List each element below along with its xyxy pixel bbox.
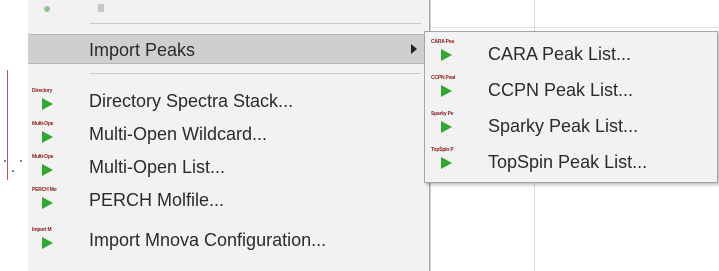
submenu-item-label: Sparky Peak List...: [488, 116, 639, 136]
icon-caption: Import M: [32, 227, 52, 233]
spectrum-view-left: [0, 0, 28, 271]
play-triangle-icon: [42, 131, 53, 143]
play-icon: CARA Pea: [431, 39, 467, 67]
play-icon: Sparky Pe: [431, 111, 467, 139]
play-triangle-icon: [42, 98, 53, 110]
icon-caption: Directory: [32, 88, 53, 94]
spectrum-peak-line: [7, 70, 8, 180]
menu-item-label: Multi-Open Wildcard...: [89, 124, 268, 144]
icon-caption: Multi-Ope: [32, 154, 54, 160]
menu-item-label: Import Peaks: [89, 40, 196, 60]
icon-caption: PERCH Mo: [32, 187, 57, 193]
play-icon: CCPN Peal: [431, 75, 467, 103]
menu-item-label: Directory Spectra Stack...: [89, 91, 294, 111]
axis-mark: [4, 160, 6, 162]
menu-item-icon-partial: [44, 6, 50, 12]
menu-item-multi-open-wildcard[interactable]: Multi-Ope Multi-Open Wildcard...: [28, 119, 429, 149]
submenu-item-sparky-peak-list[interactable]: Sparky Pe Sparky Peak List...: [425, 108, 717, 144]
play-triangle-icon: [42, 237, 53, 249]
menu-item-import-peaks[interactable]: Import Peaks: [28, 34, 429, 64]
icon-caption: Sparky Pe: [431, 111, 454, 117]
play-icon: Multi-Ope: [32, 154, 68, 182]
play-triangle-icon: [441, 121, 452, 133]
submenu-item-label: CARA Peak List...: [488, 44, 632, 64]
icon-caption: CCPN Peal: [431, 75, 456, 81]
submenu-item-label: CCPN Peak List...: [488, 80, 634, 100]
menu-separator: [90, 23, 421, 24]
submenu-item-label: TopSpin Peak List...: [488, 152, 648, 172]
axis-mark: [20, 160, 22, 162]
play-icon: Import M: [32, 227, 68, 255]
submenu-item-topspin-peak-list[interactable]: TopSpin P TopSpin Peak List...: [425, 144, 717, 180]
play-icon: PERCH Mo: [32, 187, 68, 215]
play-triangle-icon: [42, 164, 53, 176]
play-icon: Directory: [32, 88, 68, 116]
menu-separator: [90, 73, 421, 74]
menu-item-directory-spectra-stack[interactable]: Directory Directory Spectra Stack...: [28, 86, 429, 116]
play-triangle-icon: [441, 157, 452, 169]
icon-caption: CARA Pea: [431, 39, 454, 45]
play-icon: TopSpin P: [431, 147, 467, 175]
panel-divider: [431, 27, 719, 28]
menu-item-label: Multi-Open List...: [89, 157, 226, 177]
menu-item-label: PERCH Molfile...: [89, 190, 225, 210]
submenu-item-cara-peak-list[interactable]: CARA Pea CARA Peak List...: [425, 36, 717, 72]
play-icon: Multi-Ope: [32, 121, 68, 149]
play-triangle-icon: [42, 197, 53, 209]
menu-item-perch-molfile[interactable]: PERCH Mo PERCH Molfile...: [28, 185, 429, 215]
import-peaks-submenu: CARA Pea CARA Peak List... CCPN Peal CCP…: [424, 31, 718, 183]
play-triangle-icon: [441, 85, 452, 97]
submenu-arrow-icon: [411, 44, 417, 54]
icon-caption: TopSpin P: [431, 147, 454, 153]
menu-item-label: Import Mnova Configuration...: [89, 230, 327, 250]
submenu-item-ccpn-peak-list[interactable]: CCPN Peal CCPN Peak List...: [425, 72, 717, 108]
menu-item-multi-open-list[interactable]: Multi-Ope Multi-Open List...: [28, 152, 429, 182]
menu-item-import-mnova-configuration[interactable]: Import M Import Mnova Configuration...: [28, 225, 429, 255]
menu-item-label-partial: [98, 4, 104, 12]
context-menu: Import Peaks Directory Directory Spectra…: [28, 0, 430, 271]
play-triangle-icon: [441, 49, 452, 61]
icon-caption: Multi-Ope: [32, 121, 54, 127]
axis-mark: [12, 170, 14, 172]
